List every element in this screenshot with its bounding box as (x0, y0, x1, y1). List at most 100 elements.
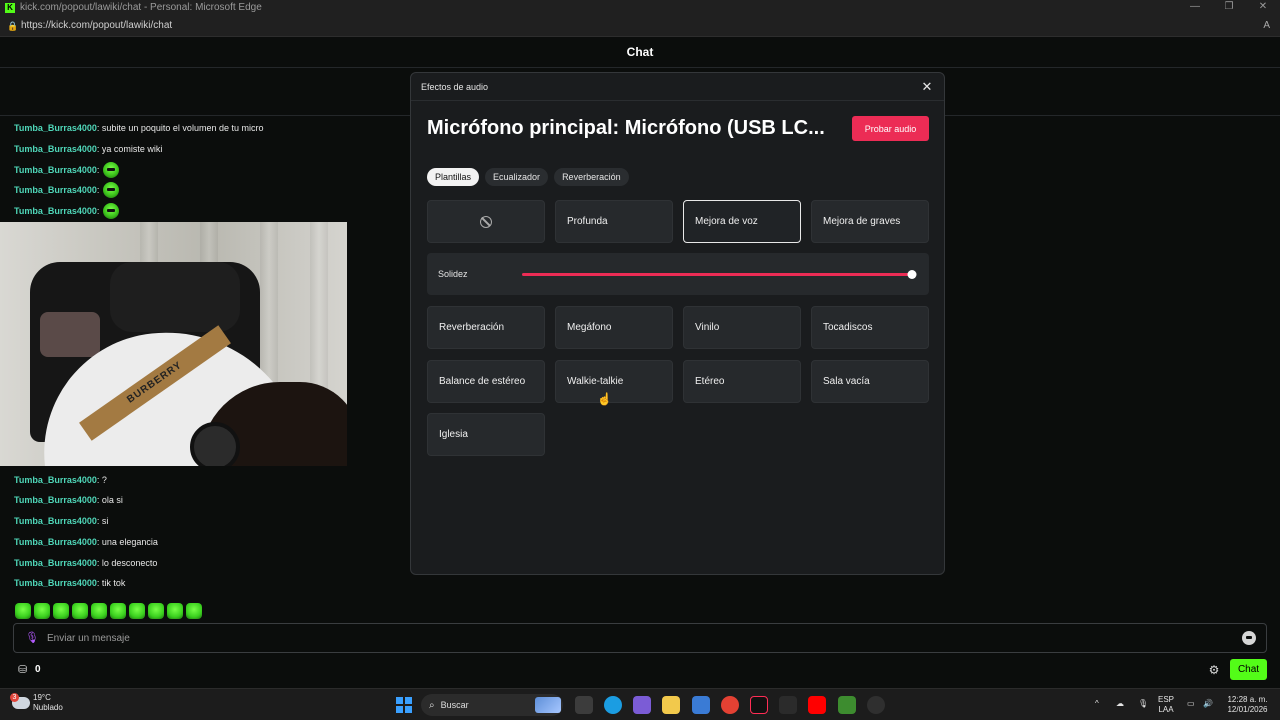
chat-username[interactable]: Tumba_Burras4000 (14, 558, 97, 568)
chat-username[interactable]: Tumba_Burras4000 (14, 516, 97, 526)
edge-icon[interactable] (604, 696, 622, 714)
chat-username[interactable]: Tumba_Burras4000 (14, 495, 97, 505)
preset-deep[interactable]: Profunda (555, 200, 673, 243)
preset-reverb[interactable]: Reverberación (427, 306, 545, 349)
microsoft-store-icon[interactable] (692, 696, 710, 714)
emote-icon[interactable] (167, 603, 183, 619)
chrome-icon[interactable] (721, 696, 739, 714)
preset-walkie-talkie[interactable]: Walkie-talkie (555, 360, 673, 403)
task-view-icon[interactable] (575, 696, 593, 714)
lang-top: ESP (1158, 695, 1175, 704)
close-window-icon[interactable]: ✕ (1246, 0, 1280, 15)
search-highlight-image (535, 697, 561, 713)
weather-widget[interactable]: 3 19°C Nublado (10, 693, 63, 713)
read-aloud-icon[interactable]: A (1263, 20, 1270, 31)
chat-text: : una elegancia (96, 537, 158, 547)
obs-icon[interactable] (867, 696, 885, 714)
chat-footer: ⛁ 0 ⚙ Chat (0, 657, 1280, 685)
file-explorer-icon[interactable] (662, 696, 680, 714)
modal-header: Efectos de audio ✕ (411, 73, 944, 101)
preset-stereo-balance[interactable]: Balance de estéreo (427, 360, 545, 403)
preset-church[interactable]: Iglesia (427, 413, 545, 456)
weather-text: 19°C Nublado (33, 693, 63, 713)
volume-icon[interactable]: 🔊 (1203, 699, 1213, 709)
language-indicator[interactable]: ESP LAA (1158, 695, 1174, 715)
microphone-tray-icon[interactable]: 🎙 (1138, 699, 1148, 709)
tab-equalizer[interactable]: Ecualizador (485, 168, 549, 186)
chat-username[interactable]: Tumba_Burras4000 (14, 185, 97, 195)
chat-message: Tumba_Burras4000 : subite un poquito el … (14, 120, 263, 136)
emote-icon[interactable] (103, 182, 120, 198)
emote-icon[interactable] (34, 603, 50, 619)
chat-message: Tumba_Burras4000 : ola si (14, 492, 123, 508)
emote-icon[interactable] (53, 603, 69, 619)
clock[interactable]: 12:28 a. m. 12/01/2026 (1225, 695, 1270, 715)
weather-temp: 19°C (33, 693, 51, 702)
chat-text: : (96, 206, 100, 216)
chat-username[interactable]: Tumba_Burras4000 (14, 144, 97, 154)
windows-start-icon[interactable] (396, 697, 412, 713)
message-input[interactable] (47, 632, 1242, 644)
emote-icon[interactable] (129, 603, 145, 619)
url-text[interactable]: https://kick.com/popout/lawiki/chat (21, 20, 172, 31)
preset-megaphone[interactable]: Megáfono (555, 306, 673, 349)
send-chat-button[interactable]: Chat (1230, 659, 1267, 680)
slider-thumb[interactable] (907, 270, 917, 279)
lock-icon[interactable]: 🔒 (7, 21, 18, 31)
cloud-tray-icon[interactable]: ☁ (1116, 699, 1124, 709)
stream-video[interactable]: BURBERRY (0, 222, 347, 466)
youtube-icon[interactable] (808, 696, 826, 714)
tab-templates[interactable]: Plantillas (427, 168, 480, 186)
gear-icon[interactable]: ⚙ (1207, 663, 1221, 677)
chat-username[interactable]: Tumba_Burras4000 (14, 206, 97, 216)
emoji-picker-icon[interactable] (1242, 631, 1256, 645)
preset-bass-boost[interactable]: Mejora de graves (811, 200, 929, 243)
emote-icon[interactable] (103, 162, 120, 178)
tab-reverb[interactable]: Reverberación (554, 168, 629, 186)
widgets-app-icon[interactable] (633, 696, 651, 714)
emote-icon[interactable] (15, 603, 31, 619)
emote-icon[interactable] (110, 603, 126, 619)
chat-username[interactable]: Tumba_Burras4000 (14, 537, 97, 547)
preset-turntable[interactable]: Tocadiscos (811, 306, 929, 349)
chat-username[interactable]: Tumba_Burras4000 (14, 165, 97, 175)
preset-empty-room[interactable]: Sala vacía (811, 360, 929, 403)
chat-message: Tumba_Burras4000 : ? (14, 472, 107, 488)
channel-points-icon[interactable]: ⛁ (18, 664, 30, 676)
preset-voice-enhance[interactable]: Mejora de voz (683, 200, 801, 243)
chat-username[interactable]: Tumba_Burras4000 (14, 475, 97, 485)
chat-message: Tumba_Burras4000 : tik tok (14, 575, 125, 591)
taskbar-search[interactable]: ⌕ Buscar (421, 694, 563, 716)
chat-text: : ? (96, 475, 107, 485)
windows-taskbar: 3 19°C Nublado ⌕ Buscar ^ ☁ 🎙 ESP LAA ▭ … (0, 688, 1280, 720)
preset-none[interactable] (427, 200, 545, 243)
emote-icon[interactable] (72, 603, 88, 619)
chat-text: : si (96, 516, 109, 526)
audio-effects-modal: Efectos de audio ✕ Micrófono principal: … (410, 72, 945, 575)
close-icon[interactable]: ✕ (919, 79, 935, 95)
network-icon[interactable]: ▭ (1187, 699, 1195, 709)
address-bar: 🔒 https://kick.com/popout/lawiki/chat A (0, 15, 1280, 37)
preset-ethereal[interactable]: Etéreo (683, 360, 801, 403)
preset-vinyl[interactable]: Vinilo (683, 306, 801, 349)
chat-username[interactable]: Tumba_Burras4000 (14, 578, 97, 588)
emote-icon[interactable] (103, 203, 120, 219)
chevron-up-icon[interactable]: ^ (1095, 699, 1099, 709)
emote-icon[interactable] (186, 603, 202, 619)
solidity-slider-track[interactable] (522, 270, 917, 279)
minecraft-icon[interactable] (838, 696, 856, 714)
microphone-icon[interactable]: 🎙 (25, 631, 39, 645)
test-audio-button[interactable]: Probar audio (852, 116, 929, 141)
tm-app-icon[interactable] (779, 696, 797, 714)
minimize-icon[interactable]: — (1178, 0, 1212, 15)
clock-date: 12/01/2026 (1227, 705, 1268, 714)
chat-header: Chat (0, 37, 1280, 68)
chat-text: : (96, 165, 100, 175)
chat-username[interactable]: Tumba_Burras4000 (14, 123, 97, 133)
restore-icon[interactable]: ❐ (1212, 0, 1246, 15)
tiktok-icon[interactable] (750, 696, 768, 714)
emote-icon[interactable] (148, 603, 164, 619)
emote-icon[interactable] (91, 603, 107, 619)
effects-tabs: Plantillas Ecualizador Reverberación (427, 168, 629, 186)
emote-quick-bar (15, 603, 202, 619)
